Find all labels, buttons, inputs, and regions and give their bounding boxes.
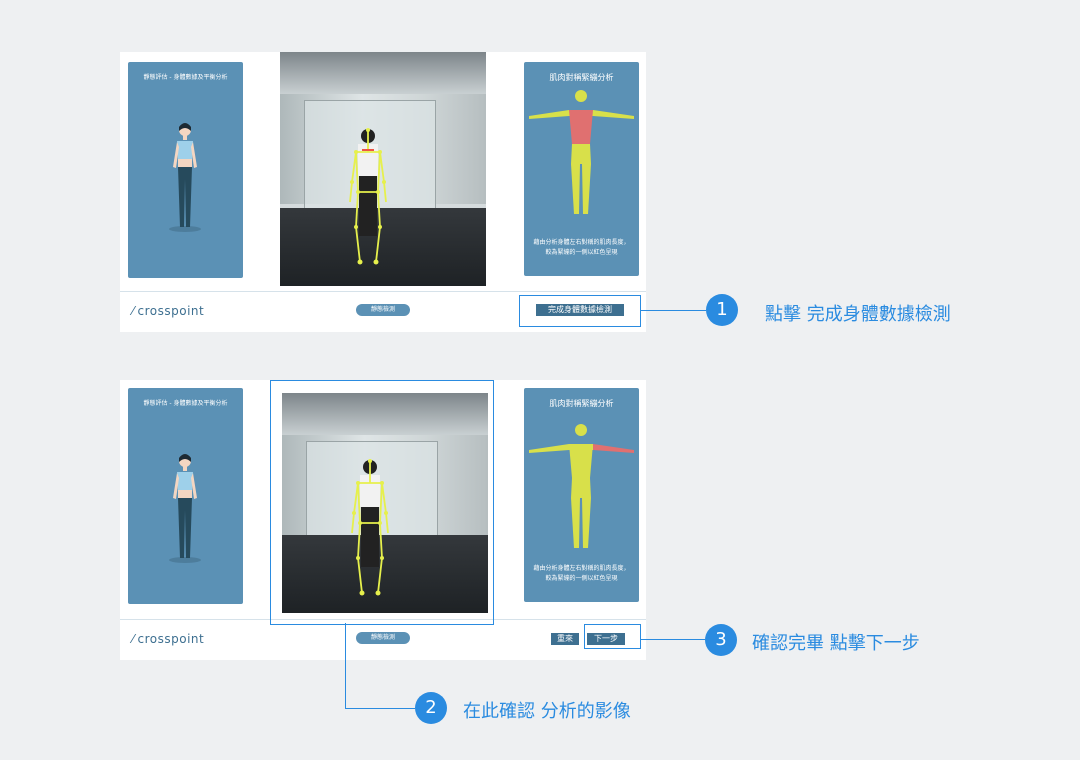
muscle-analysis-panel: 肌肉對稱緊繃分析 藉由分析身體左右對稱的肌肉長度，較為緊繃的一側以紅色呈現 — [524, 62, 639, 276]
step-2-text: 在此確認 分析的影像 — [463, 701, 631, 722]
step-3-badge: 3 — [705, 624, 737, 656]
panel-title: 肌肉對稱緊繃分析 — [549, 399, 614, 408]
callout-1-highlight — [519, 295, 641, 327]
body-data-panel: 靜態評估 - 身體數據及平衡分析 — [128, 62, 243, 278]
static-test-pill: 靜態檢測 — [356, 632, 410, 644]
panel-title: 肌肉對稱緊繃分析 — [549, 73, 614, 82]
static-test-pill: 靜態檢測 — [356, 304, 410, 316]
logo-mark-icon: ⁄ — [132, 632, 135, 646]
panel-title: 靜態評估 - 身體數據及平衡分析 — [143, 74, 228, 81]
female-avatar-illustration — [169, 454, 201, 563]
muscle-map-illustration — [529, 424, 634, 548]
panel-description: 藉由分析身體左右對稱的肌肉長度，較為緊繃的一側以紅色呈現 — [533, 239, 630, 256]
app-screen-step1: 靜態評估 - 身體數據及平衡分析 肌肉對稱緊繃分析 藉由分析身體左右對稱的肌肉長… — [120, 52, 646, 332]
female-avatar-illustration — [169, 123, 201, 232]
callout-1-line — [640, 310, 706, 311]
reset-button[interactable]: 重來 — [550, 632, 580, 646]
callout-2-line-h — [345, 708, 415, 709]
panel-description: 藉由分析身體左右對稱的肌肉長度，較為緊繃的一側以紅色呈現 — [533, 565, 630, 582]
panel-title: 靜態評估 - 身體數據及平衡分析 — [143, 400, 228, 407]
camera-feed — [280, 52, 486, 286]
step-3-text: 確認完畢 點擊下一步 — [752, 633, 920, 654]
step-1-badge: 1 — [706, 294, 738, 326]
crosspoint-logo: ⁄ crosspoint — [132, 632, 205, 646]
body-data-panel: 靜態評估 - 身體數據及平衡分析 — [128, 388, 243, 604]
callout-3-line — [640, 639, 705, 640]
callout-2-line-v — [345, 623, 346, 708]
step-1-text: 點擊 完成身體數據檢測 — [765, 304, 951, 325]
step-2-badge: 2 — [415, 692, 447, 724]
muscle-map-illustration — [529, 90, 634, 214]
footer-bar: ⁄ crosspoint 靜態檢測 重來 下一步 — [120, 619, 646, 660]
logo-mark-icon: ⁄ — [132, 304, 135, 318]
pose-skeleton-overlay — [349, 128, 387, 265]
crosspoint-logo: ⁄ crosspoint — [132, 304, 205, 318]
callout-3-highlight — [584, 624, 641, 649]
muscle-analysis-panel: 肌肉對稱緊繃分析 藉由分析身體左右對稱的肌肉長度，較為緊繃的一側以紅色呈現 — [524, 388, 639, 602]
callout-2-highlight — [270, 380, 494, 625]
